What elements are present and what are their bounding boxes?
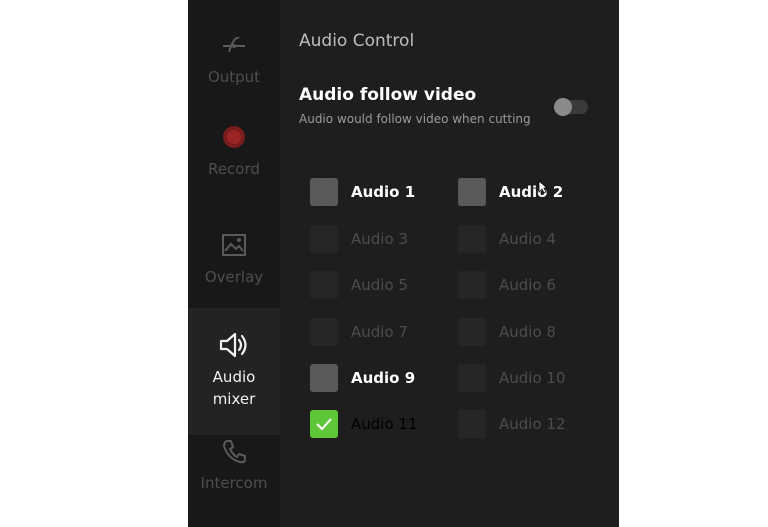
checkmark-icon (316, 418, 332, 431)
audio-channel-checkbox[interactable]: Audio 5 (310, 271, 408, 299)
sidebar-item-output[interactable]: Output (188, 30, 280, 88)
checkbox-box[interactable] (310, 178, 338, 206)
speaker-icon (217, 330, 251, 360)
sidebar-item-record[interactable]: Record (188, 122, 280, 180)
audio-channel-checkbox[interactable]: Audio 3 (310, 225, 408, 253)
sidebar-item-overlay[interactable]: Overlay (188, 230, 280, 288)
sidebar-item-label: Output (207, 68, 261, 86)
audio-channel-checkbox[interactable]: Audio 1 (310, 178, 415, 206)
checkbox-box[interactable] (310, 271, 338, 299)
audio-channel-label: Audio 9 (351, 369, 416, 387)
audio-channel-label: Audio 10 (499, 369, 566, 387)
audio-channel-checkbox[interactable]: Audio 10 (458, 364, 566, 392)
checkbox-box[interactable] (310, 225, 338, 253)
checkbox-box[interactable] (310, 318, 338, 346)
sidebar-item-audio-mixer[interactable]: Audio mixer (188, 308, 280, 435)
overlay-icon (220, 230, 248, 260)
audio-channel-label: Audio 1 (351, 183, 416, 201)
audio-follow-video-toggle[interactable] (554, 98, 588, 116)
checkbox-box[interactable] (458, 318, 486, 346)
sidebar-item-intercom[interactable]: Intercom (188, 436, 280, 494)
sidebar-item-label: Intercom (200, 474, 268, 492)
panel-title: Audio Control (299, 31, 415, 51)
audio-channel-label: Audio 11 (351, 415, 418, 433)
checkbox-box[interactable] (458, 178, 486, 206)
mouse-cursor-icon (538, 180, 548, 194)
audio-channel-checkbox[interactable]: Audio 9 (310, 364, 415, 392)
checkbox-box[interactable] (458, 271, 486, 299)
sidebar-item-label: Overlay (204, 268, 264, 286)
audio-channel-label: Audio 5 (351, 276, 408, 294)
app-window: Output Record Overlay Audio mixer Interc… (188, 0, 619, 527)
audio-channel-label: Audio 2 (499, 183, 564, 201)
audio-follow-video-title: Audio follow video (299, 85, 477, 105)
audio-channel-checkbox[interactable]: Audio 6 (458, 271, 556, 299)
audio-channel-label: Audio 12 (499, 415, 566, 433)
output-icon (219, 30, 249, 60)
checkbox-box[interactable] (458, 225, 486, 253)
checkbox-box[interactable] (310, 364, 338, 392)
sidebar-item-label: Record (208, 160, 260, 178)
audio-control-panel: Audio Control Audio follow video Audio w… (280, 0, 619, 527)
checkbox-box[interactable] (458, 364, 486, 392)
audio-channel-checkbox[interactable]: Audio 12 (458, 410, 566, 438)
audio-channel-label: Audio 4 (499, 230, 556, 248)
checkbox-box[interactable] (310, 410, 338, 438)
audio-follow-video-description: Audio would follow video when cutting (299, 112, 531, 126)
audio-channel-checkbox[interactable]: Audio 11 (310, 410, 418, 438)
audio-channel-label: Audio 7 (351, 323, 408, 341)
audio-channel-label: Audio 8 (499, 323, 556, 341)
sidebar: Output Record Overlay Audio mixer Interc… (188, 0, 280, 527)
phone-icon (220, 436, 248, 466)
toggle-knob (554, 98, 572, 116)
audio-channel-checkbox[interactable]: Audio 4 (458, 225, 556, 253)
record-icon (219, 122, 249, 152)
audio-channel-checkbox[interactable]: Audio 8 (458, 318, 556, 346)
audio-channel-label: Audio 3 (351, 230, 408, 248)
checkbox-box[interactable] (458, 410, 486, 438)
audio-channel-checkbox[interactable]: Audio 7 (310, 318, 408, 346)
audio-channel-label: Audio 6 (499, 276, 556, 294)
sidebar-item-label: Audio mixer (212, 368, 256, 408)
